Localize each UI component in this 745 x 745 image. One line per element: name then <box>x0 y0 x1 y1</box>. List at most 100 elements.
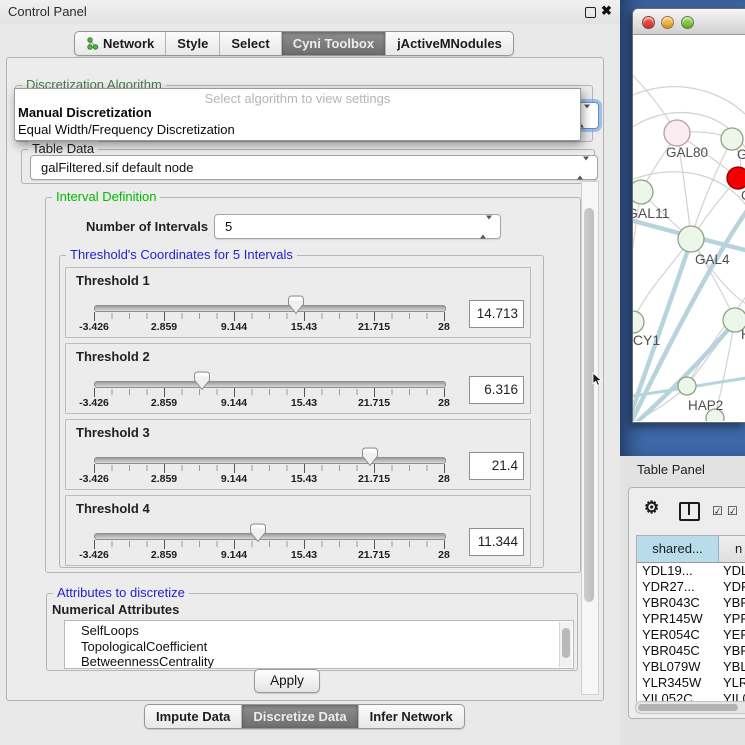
table-row[interactable]: YBR043CYBR043C <box>637 595 745 611</box>
cell-shared-name[interactable]: YBR043C <box>637 595 719 611</box>
network-node[interactable] <box>633 180 653 204</box>
slider-handle[interactable] <box>288 295 304 315</box>
tick-label: 21.715 <box>358 473 390 485</box>
tab-infer-network[interactable]: Infer Network <box>358 705 464 728</box>
tick-label: 2.859 <box>151 397 177 409</box>
slider-minor-ticks <box>94 541 446 547</box>
cell-shared-name[interactable]: YDL19... <box>637 563 719 579</box>
bottom-tab-bar: Impute DataDiscretize DataInfer Network <box>144 704 465 729</box>
cell-shared-name[interactable]: YER054C <box>637 627 719 643</box>
network-node[interactable] <box>678 226 704 252</box>
control-panel: Control Panel ✖ NetworkStyleSelectCyni T… <box>0 0 620 745</box>
slider-handle[interactable] <box>194 371 210 391</box>
close-icon[interactable]: ✖ <box>601 3 612 19</box>
tab-impute-data[interactable]: Impute Data <box>145 705 241 728</box>
table-row[interactable]: YER054CYER054C <box>637 627 745 643</box>
scrollbar-thumb[interactable] <box>584 208 594 602</box>
network-node[interactable] <box>678 377 696 395</box>
table-row[interactable]: YBR045CYBR045C <box>637 643 745 659</box>
cell-shared-name[interactable]: YDR27... <box>637 579 719 595</box>
threshold-value-field[interactable]: 11.344 <box>469 528 524 556</box>
table-row[interactable]: YBL079WYBL079W <box>637 659 745 675</box>
node-label: C <box>741 188 745 203</box>
tab-select[interactable]: Select <box>219 32 280 55</box>
zoom-traffic-light[interactable] <box>681 16 694 29</box>
scrollbar-thumb[interactable] <box>638 704 738 711</box>
dropdown-option-manual-discretization[interactable]: Manual Discretization <box>18 105 152 120</box>
cell-shared-name[interactable]: YLR345W <box>637 675 719 691</box>
slider-handle[interactable] <box>250 523 266 543</box>
control-panel-scrollbar[interactable] <box>581 181 599 695</box>
table-row[interactable]: YLR345WYLR345W <box>637 675 745 691</box>
attributes-list-scrollbar[interactable] <box>559 622 572 667</box>
cell-name[interactable]: YLR345W <box>719 675 745 691</box>
cell-shared-name[interactable]: YBL079W <box>637 659 719 675</box>
network-node-highlighted[interactable] <box>727 167 745 189</box>
threshold-slider[interactable]: -3.4262.8599.14415.4321.71528 <box>66 268 466 337</box>
attributes-group-title: Attributes to discretize <box>53 585 189 600</box>
dropdown-option-equal-width-frequency[interactable]: Equal Width/Frequency Discretization <box>18 122 235 137</box>
tab-style[interactable]: Style <box>165 32 219 55</box>
number-of-intervals-value: 5 <box>225 219 232 234</box>
network-window-titlebar[interactable] <box>633 9 745 35</box>
dropdown-prompt-item[interactable]: Select algorithm to view settings <box>15 91 580 106</box>
threshold-value-field[interactable]: 6.316 <box>469 376 524 404</box>
threshold-value-field[interactable]: 14.713 <box>469 300 524 328</box>
table-horizontal-scrollbar[interactable] <box>635 701 745 714</box>
threshold-coordinates-group: Threshold's Coordinates for 5 Intervals … <box>59 255 544 568</box>
cell-shared-name[interactable]: YBR045C <box>637 643 719 659</box>
cell-name[interactable]: YBR045C <box>719 643 745 659</box>
node-label: GAL11 <box>633 205 670 221</box>
cell-name[interactable]: YPR145W <box>719 611 745 627</box>
table-row[interactable]: YPR145WYPR145W <box>637 611 745 627</box>
threshold-slider[interactable]: -3.4262.8599.14415.4321.71528 <box>66 420 466 489</box>
float-window-icon[interactable] <box>585 7 596 18</box>
slider-track[interactable] <box>94 305 446 312</box>
gear-icon[interactable]: ⚙ <box>644 498 659 518</box>
attribute-list-item[interactable]: TopologicalCoefficient <box>81 639 573 655</box>
attribute-list-item[interactable]: SelfLoops <box>81 623 573 639</box>
cell-name[interactable]: YER054C <box>719 627 745 643</box>
tick-label: 2.859 <box>151 549 177 561</box>
minimize-traffic-light[interactable] <box>661 16 674 29</box>
threshold-slider[interactable]: -3.4262.8599.14415.4321.71528 <box>66 496 466 565</box>
network-node[interactable] <box>664 120 690 146</box>
tab-cyni-toolbox[interactable]: Cyni Toolbox <box>281 32 385 55</box>
split-columns-icon[interactable] <box>679 502 700 521</box>
threshold-coordinates-group-title: Threshold's Coordinates for 5 Intervals <box>66 247 297 262</box>
slider-handle[interactable] <box>362 447 378 467</box>
checkbox-icon[interactable]: ☑ <box>712 504 723 518</box>
network-canvas[interactable]: GAL80 G C GAL11 GAL4 GCY1 H HAP2 <box>633 35 745 421</box>
slider-track[interactable] <box>94 381 446 388</box>
tab-jactivemnodules[interactable]: jActiveMNodules <box>385 32 513 55</box>
threshold-slider[interactable]: -3.4262.8599.14415.4321.71528 <box>66 344 466 413</box>
attribute-list-item[interactable]: BetweennessCentrality <box>81 654 573 669</box>
cell-shared-name[interactable]: YPR145W <box>637 611 719 627</box>
slider-track[interactable] <box>94 457 446 464</box>
tab-label: Style <box>177 36 208 51</box>
column-header-name[interactable]: n <box>719 536 745 563</box>
numerical-attributes-list[interactable]: SelfLoopsTopologicalCoefficientBetweenne… <box>64 620 574 669</box>
column-header-shared-name[interactable]: shared... <box>637 536 719 563</box>
tab-discretize-data[interactable]: Discretize Data <box>241 705 357 728</box>
cell-name[interactable]: YDR27... <box>719 579 745 595</box>
tick-label: 2.859 <box>151 321 177 333</box>
slider-track[interactable] <box>94 533 446 540</box>
node-label: GCY1 <box>633 332 660 348</box>
table-row[interactable]: YDR27...YDR27... <box>637 579 745 595</box>
apply-button[interactable]: Apply <box>254 669 320 693</box>
network-view-window[interactable]: GAL80 G C GAL11 GAL4 GCY1 H HAP2 <box>632 8 745 423</box>
close-traffic-light[interactable] <box>642 16 655 29</box>
cell-name[interactable]: YDL19... <box>719 563 745 579</box>
cell-name[interactable]: YBR043C <box>719 595 745 611</box>
tab-network[interactable]: Network <box>75 32 165 55</box>
table-row[interactable]: YDL19...YDL19... <box>637 563 745 579</box>
checkbox-icon[interactable]: ☑ <box>727 504 738 518</box>
threshold-value-field[interactable]: 21.4 <box>469 452 524 480</box>
table-data-group-title: Table Data <box>28 141 98 156</box>
table-data-combobox[interactable]: galFiltered.sif default node <box>30 155 598 180</box>
cell-name[interactable]: YBL079W <box>719 659 745 675</box>
number-of-intervals-combobox[interactable]: 5 <box>214 214 501 239</box>
tab-label: Select <box>231 36 269 51</box>
network-node[interactable] <box>633 311 644 333</box>
